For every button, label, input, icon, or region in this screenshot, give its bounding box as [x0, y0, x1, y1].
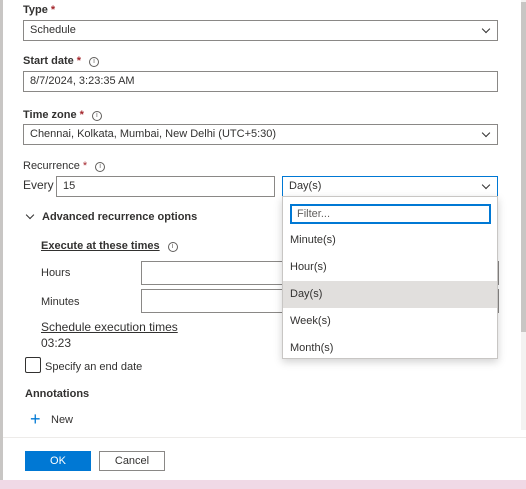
interval-value: 15 [63, 180, 76, 192]
time-zone-value: Chennai, Kolkata, Mumbai, New Delhi (UTC… [30, 128, 277, 140]
end-date-label: Specify an end date [45, 361, 143, 373]
advanced-options-label: Advanced recurrence options [42, 211, 198, 223]
option-days[interactable]: Day(s) [283, 281, 497, 308]
time-zone-select[interactable]: Chennai, Kolkata, Mumbai, New Delhi (UTC… [23, 124, 498, 145]
advanced-options-toggle[interactable]: Advanced recurrence options [25, 210, 225, 226]
minutes-label: Minutes [41, 296, 80, 308]
every-label: Every [23, 178, 54, 192]
filter-input[interactable]: Filter... [290, 204, 491, 224]
type-label: Type * [23, 4, 56, 16]
new-annotation-label: New [51, 414, 74, 426]
option-hours[interactable]: Hour(s) [283, 254, 497, 281]
trigger-panel: Type * Schedule Start date * i 8/7/2024, 3:… [0, 0, 526, 489]
annotations-label: Annotations [25, 388, 90, 400]
ok-button[interactable]: OK [25, 451, 91, 471]
execute-times-label: Execute at these times i [41, 240, 178, 252]
chevron-down-icon [481, 180, 491, 190]
scrollbar-thumb[interactable] [521, 2, 526, 332]
info-icon[interactable]: i [167, 242, 178, 252]
option-weeks[interactable]: Week(s) [283, 308, 497, 335]
footer-divider [3, 437, 526, 438]
start-date-value: 8/7/2024, 3:23:35 AM [30, 75, 135, 87]
info-icon[interactable]: i [89, 57, 100, 67]
new-annotation-button[interactable]: + New [30, 409, 90, 429]
info-icon[interactable]: i [95, 162, 106, 172]
schedule-execution-times-link[interactable]: Schedule execution times [41, 320, 178, 334]
unit-value: Day(s) [289, 180, 322, 192]
start-date-input[interactable]: 8/7/2024, 3:23:35 AM [23, 71, 498, 92]
start-date-label: Start date * i [23, 55, 100, 67]
schedule-execution-times-value: 03:23 [41, 336, 72, 350]
recurrence-interval-input[interactable]: 15 [56, 176, 275, 197]
chevron-down-icon [481, 128, 491, 138]
background-strip [0, 480, 526, 489]
option-months[interactable]: Month(s) [283, 335, 497, 362]
info-icon[interactable]: i [91, 111, 102, 121]
time-zone-label: Time zone * i [23, 109, 102, 121]
end-date-checkbox[interactable] [25, 357, 41, 373]
type-select[interactable]: Schedule [23, 20, 498, 41]
chevron-down-icon [25, 210, 35, 220]
chevron-down-icon [481, 24, 491, 34]
cancel-button[interactable]: Cancel [99, 451, 165, 471]
unit-dropdown-menu: Filter... Minute(s) Hour(s) Day(s) Week(… [282, 196, 498, 359]
plus-icon: + [30, 409, 41, 429]
hours-label: Hours [41, 267, 71, 279]
recurrence-unit-select[interactable]: Day(s) [282, 176, 498, 197]
type-value: Schedule [30, 24, 76, 36]
option-minutes[interactable]: Minute(s) [283, 227, 497, 254]
recurrence-label: Recurrence * i [23, 160, 106, 172]
